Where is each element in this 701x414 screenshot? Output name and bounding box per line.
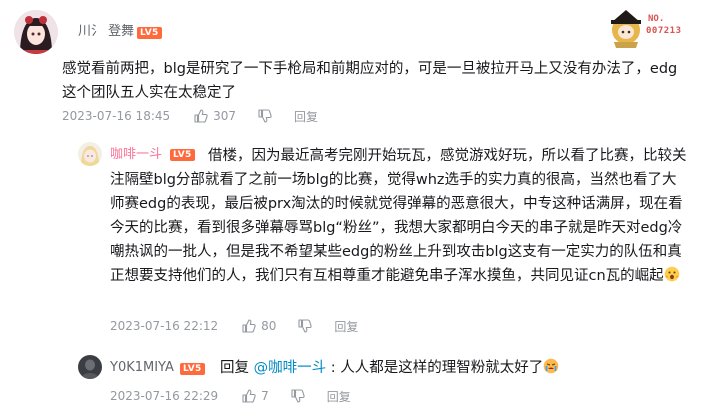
reply-2-username[interactable]: Y0K1MIYA (110, 359, 174, 377)
reply-2-reply-button[interactable]: 回复 (327, 388, 351, 405)
dark-avatar-icon (78, 355, 102, 379)
thumbs-down-icon (258, 109, 272, 123)
anime-avatar-icon (14, 10, 58, 54)
level-badge: LV5 (137, 27, 162, 39)
like-button[interactable]: 307 (194, 109, 236, 123)
avatar-main-user[interactable] (14, 10, 58, 54)
comment-timestamp: 2023-07-16 18:45 (62, 109, 171, 123)
fan-number-prefix: NO. (648, 14, 665, 24)
fan-number-value: 007213 (646, 26, 682, 36)
reply-button[interactable]: 回复 (294, 108, 318, 125)
reply-2-body: : 人人都是这样的理智粉就太好了 (326, 360, 544, 376)
reply-1-like-button[interactable]: 80 (242, 319, 276, 333)
comment-meta: 2023-07-16 18:45 307 回复 (62, 107, 318, 125)
thumbs-up-icon (242, 389, 256, 403)
dislike-button[interactable] (258, 109, 272, 123)
reply-1-text: 借楼，因为最近高考完刚开始玩瓦，感觉游戏好玩，所以看了比赛，比较关注隔壁blg分… (110, 148, 687, 284)
crying-face-icon (543, 358, 559, 374)
thumbs-up-icon (242, 319, 256, 333)
reply-2-meta: 2023-07-16 22:29 7 回复 (110, 387, 351, 405)
comment-text: 感觉看前两把，blg是研究了一下手枪局和前期应对的，可是一旦被拉开马上又没有办法… (62, 61, 678, 101)
reply-2-like-count: 7 (261, 389, 269, 403)
avatar-reply-user-1[interactable] (78, 142, 102, 166)
reply-2-timestamp: 2023-07-16 22:29 (110, 389, 219, 403)
thumbs-down-icon (298, 319, 313, 333)
surprised-face-icon (664, 266, 679, 282)
reply-2-like-button[interactable]: 7 (242, 389, 269, 403)
comment-username[interactable]: 川氵 登舞 (78, 23, 134, 41)
fan-number-badge: NO. 007213 (608, 8, 692, 48)
fan-character-icon (611, 10, 641, 48)
reply-2-prefix: 回复 (220, 360, 249, 376)
reply-2-mention[interactable]: @咖啡一斗 (254, 360, 327, 376)
reply-1-reply-button[interactable]: 回复 (334, 318, 358, 335)
reply-2-text: 回复 @咖啡一斗 : 人人都是这样的理智粉就太好了 (220, 356, 559, 380)
reply-1-meta: 2023-07-16 22:12 80 回复 (110, 317, 358, 335)
thumbs-up-icon (194, 109, 208, 123)
reply-1-dislike-button[interactable] (298, 319, 313, 333)
reply-2-dislike-button[interactable] (291, 389, 305, 403)
anime-avatar-icon (78, 142, 102, 166)
reply-1-timestamp: 2023-07-16 22:12 (110, 319, 219, 333)
thumbs-down-icon (291, 389, 305, 403)
like-count: 307 (213, 109, 237, 123)
avatar-reply-user-2[interactable] (78, 355, 102, 379)
reply-2-level-badge: LV5 (180, 363, 205, 375)
reply-1-like-count: 80 (261, 319, 277, 333)
